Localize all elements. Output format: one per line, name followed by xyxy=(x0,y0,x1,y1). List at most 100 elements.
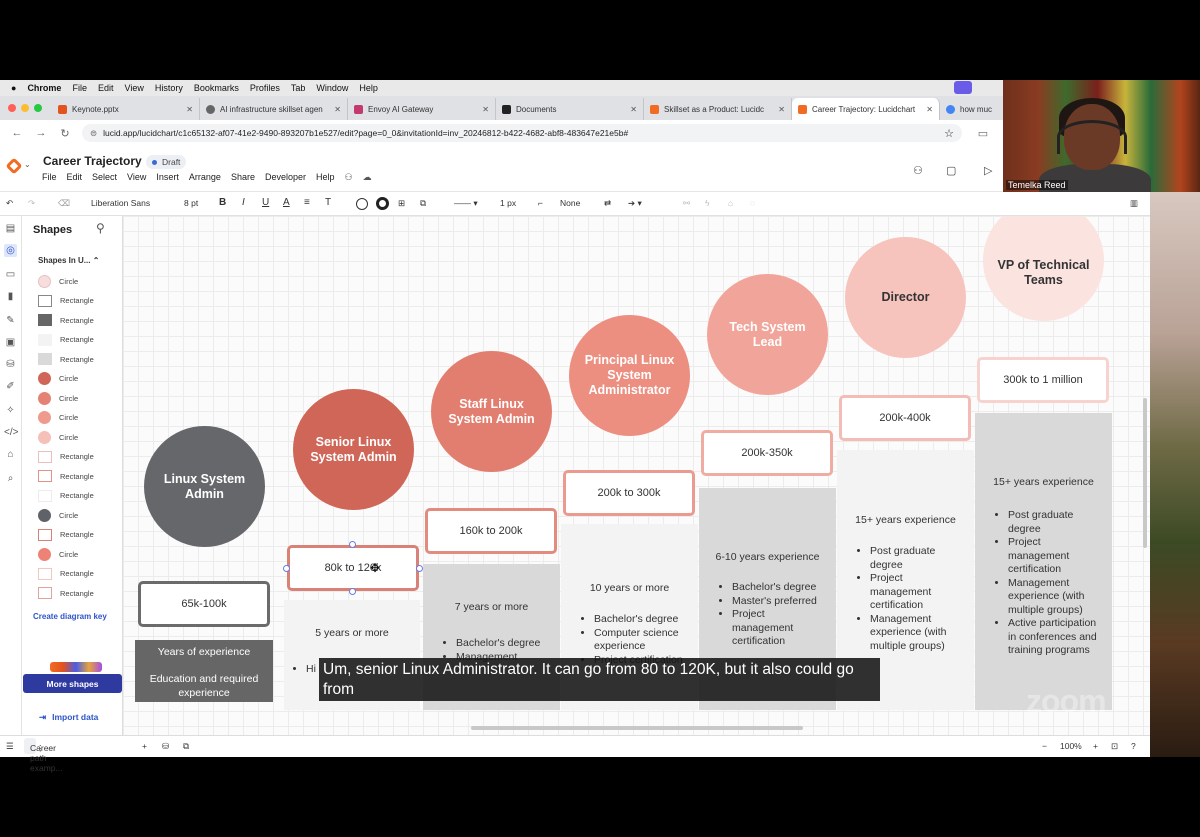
shape-item-circle[interactable]: Circle xyxy=(38,508,78,522)
menu-tab[interactable]: Tab xyxy=(291,83,306,93)
salary-box[interactable]: 200k to 300k xyxy=(563,470,695,516)
conditional-icon[interactable]: ◌ xyxy=(750,198,755,208)
role-circle[interactable]: Linux System Admin xyxy=(144,426,265,547)
layers-icon[interactable]: ⛁ xyxy=(162,741,169,752)
salary-box[interactable]: 65k-100k xyxy=(138,581,270,627)
search-icon[interactable]: ⌕ xyxy=(4,472,17,485)
role-details-column[interactable]: 15+ years experience Post graduate degre… xyxy=(975,413,1112,710)
role-circle[interactable]: Director xyxy=(845,237,966,358)
app-name[interactable]: Chrome xyxy=(27,83,61,93)
collaborate-icon[interactable]: ⚇ xyxy=(345,172,353,183)
shape-item-rect[interactable]: Rectangle xyxy=(38,450,94,463)
shape-item-rect[interactable]: Rectangle xyxy=(38,333,94,346)
underline-button[interactable]: U xyxy=(262,197,269,208)
tab-close-icon[interactable]: ✕ xyxy=(180,105,193,114)
font-select[interactable]: Liberation Sans xyxy=(91,198,150,208)
page-tab[interactable]: Career path examp... ⋮ xyxy=(24,738,63,773)
undo-icon[interactable]: ↶ xyxy=(6,198,13,209)
search-icon[interactable]: ⚲ xyxy=(96,221,105,235)
fit-icon[interactable]: ⊡ xyxy=(1111,741,1118,752)
shape-item-circle[interactable]: Circle xyxy=(38,547,78,561)
line-shape-icon[interactable]: ⌐ xyxy=(538,198,543,208)
zoom-level[interactable]: 100% xyxy=(1060,741,1082,751)
more-shapes-button[interactable]: More shapes xyxy=(23,674,122,693)
line-style-select[interactable]: —— ▾ xyxy=(454,198,478,209)
minimize-window-icon[interactable] xyxy=(21,104,29,112)
tab-close-icon[interactable]: ✕ xyxy=(920,105,933,114)
back-icon[interactable]: ← xyxy=(10,127,24,139)
role-circle[interactable]: Staff Linux System Admin xyxy=(431,351,552,472)
salary-box[interactable]: 160k to 200k xyxy=(425,508,557,554)
shape-item-circle[interactable]: Circle xyxy=(38,411,78,424)
line-start-select[interactable]: None xyxy=(560,198,580,208)
magic-icon[interactable]: ✎ xyxy=(4,314,17,327)
menu-share[interactable]: Share xyxy=(231,172,255,183)
browser-tab[interactable]: Keynote.pptx ✕ xyxy=(52,98,200,120)
menu-insert[interactable]: Insert xyxy=(156,172,179,183)
italic-button[interactable]: I xyxy=(242,197,245,208)
menu-help[interactable]: Help xyxy=(359,83,378,93)
browser-tab[interactable]: how muc xyxy=(940,98,1000,120)
crop-icon[interactable]: ⊞ xyxy=(398,198,405,209)
browser-tab[interactable]: Skillset as a Product: Lucidc ✕ xyxy=(644,98,792,120)
format-painter-icon[interactable]: ⌫ xyxy=(58,198,70,209)
templates-icon[interactable]: ▭ xyxy=(4,268,17,281)
panel-toggle-icon[interactable]: ▥ xyxy=(1130,198,1138,209)
logo-chevron-icon[interactable]: ⌄ xyxy=(24,160,31,169)
menu-file[interactable]: File xyxy=(42,172,57,183)
bookmark-star-icon[interactable]: ☆ xyxy=(944,127,954,140)
brush-icon[interactable]: ✐ xyxy=(4,380,17,393)
page-settings-icon[interactable]: ⧉ xyxy=(183,741,189,752)
tab-close-icon[interactable]: ✕ xyxy=(772,105,785,114)
shape-item-rect[interactable]: Rectangle xyxy=(38,294,94,307)
close-window-icon[interactable] xyxy=(8,104,16,112)
create-diagram-key-link[interactable]: Create diagram key xyxy=(33,612,107,621)
import-data-link[interactable]: ⇥ Import data xyxy=(39,712,98,723)
shape-item-rect[interactable]: Rectangle xyxy=(38,567,94,580)
shape-item-rect[interactable]: Rectangle xyxy=(38,470,94,482)
fill-color-icon[interactable] xyxy=(356,198,368,210)
maximize-window-icon[interactable] xyxy=(34,104,42,112)
image-icon[interactable]: ▣ xyxy=(4,336,17,349)
lucid-logo-icon[interactable] xyxy=(5,157,23,175)
menu-view[interactable]: View xyxy=(124,83,143,93)
chevron-up-icon[interactable]: ⌃ xyxy=(93,256,100,265)
shape-item-rect[interactable]: Rectangle xyxy=(38,314,94,326)
shapes-section-header[interactable]: Shapes In U... ⌃ xyxy=(38,256,99,265)
add-page-icon[interactable]: + xyxy=(142,741,147,751)
browser-tab[interactable]: AI infrastructure skillset agen ✕ xyxy=(200,98,348,120)
selection-handle[interactable] xyxy=(349,541,356,548)
forward-icon[interactable]: → xyxy=(34,127,48,139)
shape-item-rect[interactable]: Rectangle xyxy=(38,528,94,541)
page-list-icon[interactable]: ☰ xyxy=(6,741,14,752)
role-circle[interactable]: Senior Linux System Admin xyxy=(293,389,414,510)
selection-handle[interactable] xyxy=(416,565,423,572)
help-icon[interactable]: ? xyxy=(1131,741,1136,751)
browser-tab[interactable]: Documents ✕ xyxy=(496,98,644,120)
text-options-button[interactable]: T xyxy=(325,197,331,208)
font-size-select[interactable]: 8 pt xyxy=(184,198,198,208)
comments-icon[interactable]: ▢ xyxy=(946,164,956,177)
shape-item-circle[interactable]: Circle xyxy=(38,430,78,444)
align-button[interactable]: ≡ xyxy=(304,197,310,208)
ai-icon[interactable]: ✧ xyxy=(4,404,17,417)
browser-tab[interactable]: Envoy AI Gateway ✕ xyxy=(348,98,496,120)
action-icon[interactable]: ϟ xyxy=(705,198,710,208)
address-bar[interactable]: ⊜ lucid.app/lucidchart/c1c65132-af07-41e… xyxy=(82,124,962,142)
database-icon[interactable]: ⛁ xyxy=(4,358,17,371)
role-circle[interactable]: VP of Technical Teams xyxy=(983,216,1104,321)
shape-item-circle[interactable]: Circle xyxy=(38,372,78,385)
code-icon[interactable]: </> xyxy=(4,426,18,439)
zoom-in-button[interactable]: + xyxy=(1093,741,1098,751)
bold-button[interactable]: B xyxy=(219,197,226,208)
document-title[interactable]: Career Trajectory xyxy=(43,154,142,168)
role-circle[interactable]: Tech System Lead xyxy=(707,274,828,395)
menu-history[interactable]: History xyxy=(155,83,183,93)
cloud-saved-icon[interactable]: ☁ xyxy=(363,172,372,183)
tab-close-icon[interactable]: ✕ xyxy=(476,105,489,114)
browser-tab-active[interactable]: Career Trajectory: Lucidchart ✕ xyxy=(792,98,940,120)
menu-arrange[interactable]: Arrange xyxy=(189,172,221,183)
menu-edit[interactable]: Edit xyxy=(98,83,114,93)
integrations-icon[interactable]: ⌂ xyxy=(4,448,17,461)
stroke-width-select[interactable]: 1 px xyxy=(500,198,516,208)
